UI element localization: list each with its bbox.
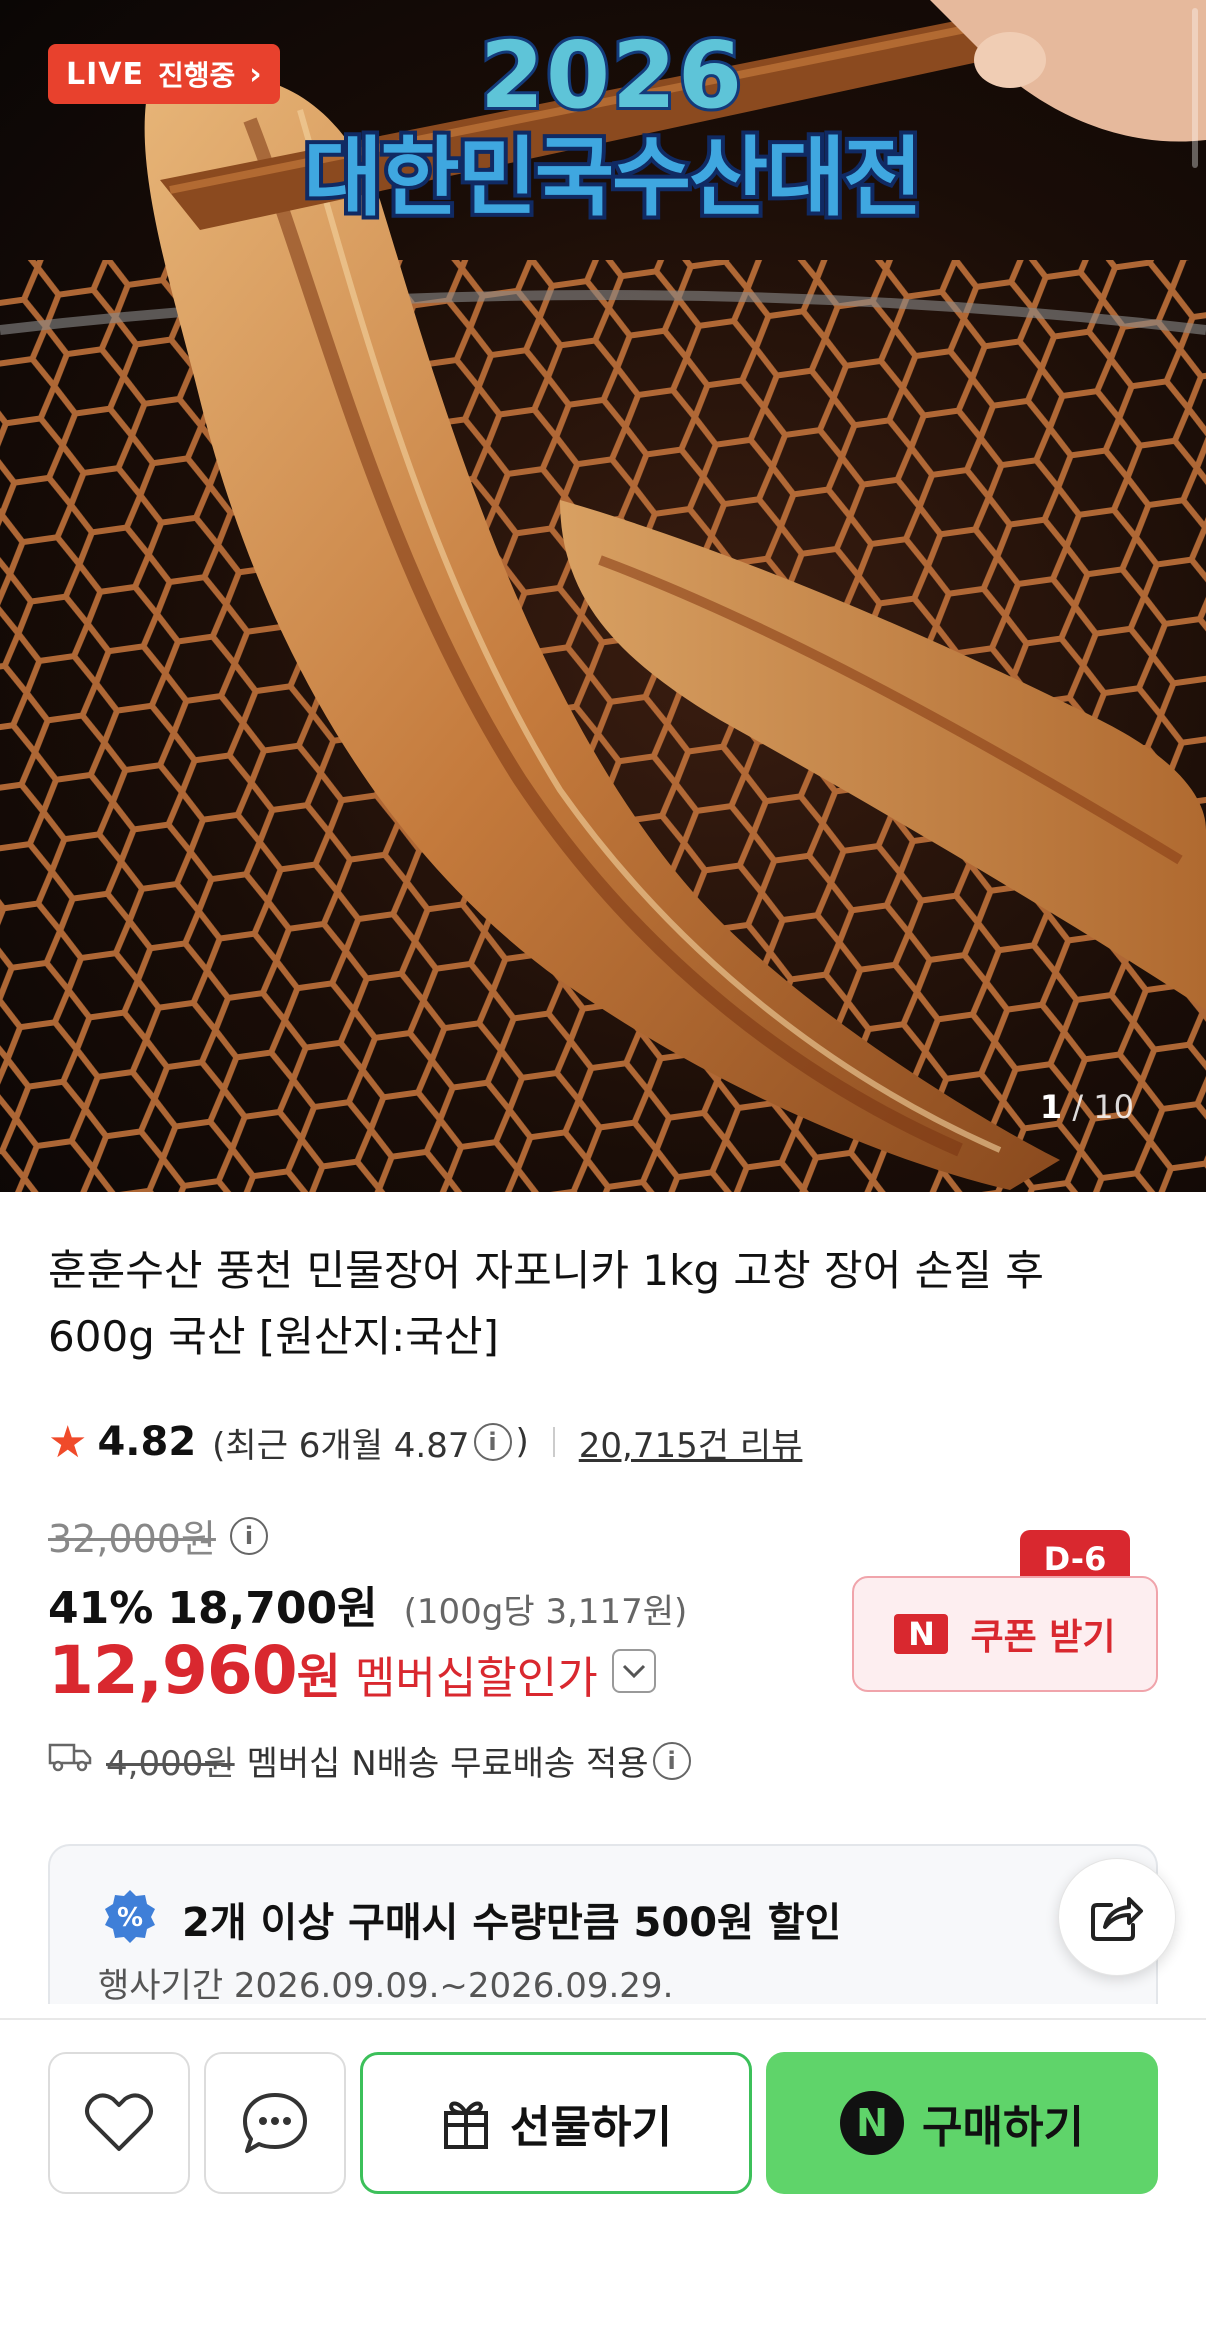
truck-icon (48, 1739, 92, 1782)
shipping-text: 멤버십 N배송 무료배송 적용 (246, 1744, 649, 1784)
chat-icon (243, 2093, 307, 2153)
discount-rate: 41% (48, 1583, 154, 1634)
promo-period: 행사기간 2026.09.09.~2026.09.29. (98, 1966, 674, 2006)
chevron-right-icon: › (249, 56, 262, 92)
wishlist-heart-icon (85, 2093, 153, 2151)
event-year: 2026 (477, 22, 745, 129)
svg-text:%: % (117, 1903, 143, 1933)
gift-button[interactable]: 선물하기 (360, 2052, 752, 2194)
wishlist-button[interactable] (48, 2052, 190, 2194)
rating-row: ★ 4.82 (최근 6개월 4.87 i ) 20,715건 리뷰 (48, 1416, 803, 1468)
share-button[interactable] (1058, 1858, 1176, 1976)
member-price-label: 멤버십할인가 (354, 1653, 598, 1704)
bottom-action-bar: 선물하기 N 구매하기 (0, 2018, 1206, 2327)
event-title: 대한민국수산대전 (300, 124, 927, 232)
percent-badge-icon: % (105, 1890, 155, 1943)
live-status: 진행중 (158, 59, 236, 92)
member-price: 12,960 (48, 1632, 298, 1709)
shipping-row: 4,000원 멤버십 N배송 무료배송 적용 i (48, 1736, 695, 1785)
live-label: LIVE (66, 56, 144, 92)
buy-button[interactable]: N 구매하기 (766, 2052, 1158, 2194)
coupon-label: 쿠폰 받기 (970, 1617, 1116, 1658)
unit-price: (100g당 3,117원) (403, 1592, 688, 1632)
naver-n-icon: N (894, 1614, 949, 1654)
share-icon (1091, 1897, 1143, 1941)
product-image-carousel[interactable]: LIVE 진행중 › 2026 대한민국수산대전 1 / 10 (0, 0, 1206, 1192)
chevron-down-icon[interactable] (611, 1648, 656, 1693)
image-counter: 1 / 10 (1040, 1088, 1134, 1126)
image-current: 1 (1039, 1088, 1063, 1126)
gift-label: 선물하기 (510, 2102, 672, 2153)
promo-card[interactable]: % 2개 이상 구매시 수량만큼 500원 할인 행사기간 2026.09.09… (48, 1844, 1158, 2006)
event-banner: 2026 대한민국수산대전 (262, 22, 962, 233)
member-price-currency: 원 (296, 1649, 341, 1705)
recent-rating: (최근 6개월 4.87 (212, 1425, 470, 1466)
original-price-row: 32,000원 i (48, 1508, 272, 1563)
live-badge[interactable]: LIVE 진행중 › (48, 44, 280, 104)
info-icon[interactable]: i (652, 1741, 691, 1780)
sale-price-row: 41% 18,700원 (100g당 3,117원) (48, 1572, 687, 1636)
divider (552, 1427, 555, 1457)
naver-pay-icon: N (840, 2091, 905, 2155)
gift-icon (444, 2101, 489, 2149)
star-icon: ★ (48, 1416, 88, 1468)
chat-button[interactable] (204, 2052, 346, 2194)
member-price-row: 12,960 원 멤버십할인가 (48, 1632, 656, 1709)
sale-price: 18,700원 (167, 1583, 378, 1634)
product-title: 훈훈수산 풍천 민물장어 자포니카 1kg 고창 장어 손질 후 600g 국산… (48, 1246, 1044, 1361)
recent-rating-close: ) (515, 1422, 529, 1462)
hero-scroll-indicator (1192, 8, 1198, 168)
info-icon[interactable]: i (473, 1423, 512, 1461)
rating-value: 4.82 (97, 1419, 197, 1465)
promo-title: 2개 이상 구매시 수량만큼 500원 할인 (182, 1900, 842, 1946)
info-icon[interactable]: i (229, 1516, 268, 1555)
image-total: / 10 (1072, 1088, 1134, 1126)
review-count-link[interactable]: 20,715건 리뷰 (579, 1418, 803, 1467)
original-shipping-fee: 4,000원 (106, 1744, 235, 1784)
original-price: 32,000원 (48, 1517, 216, 1561)
buy-label: 구매하기 (922, 2102, 1084, 2153)
coupon-button[interactable]: N 쿠폰 받기 (852, 1576, 1158, 1692)
